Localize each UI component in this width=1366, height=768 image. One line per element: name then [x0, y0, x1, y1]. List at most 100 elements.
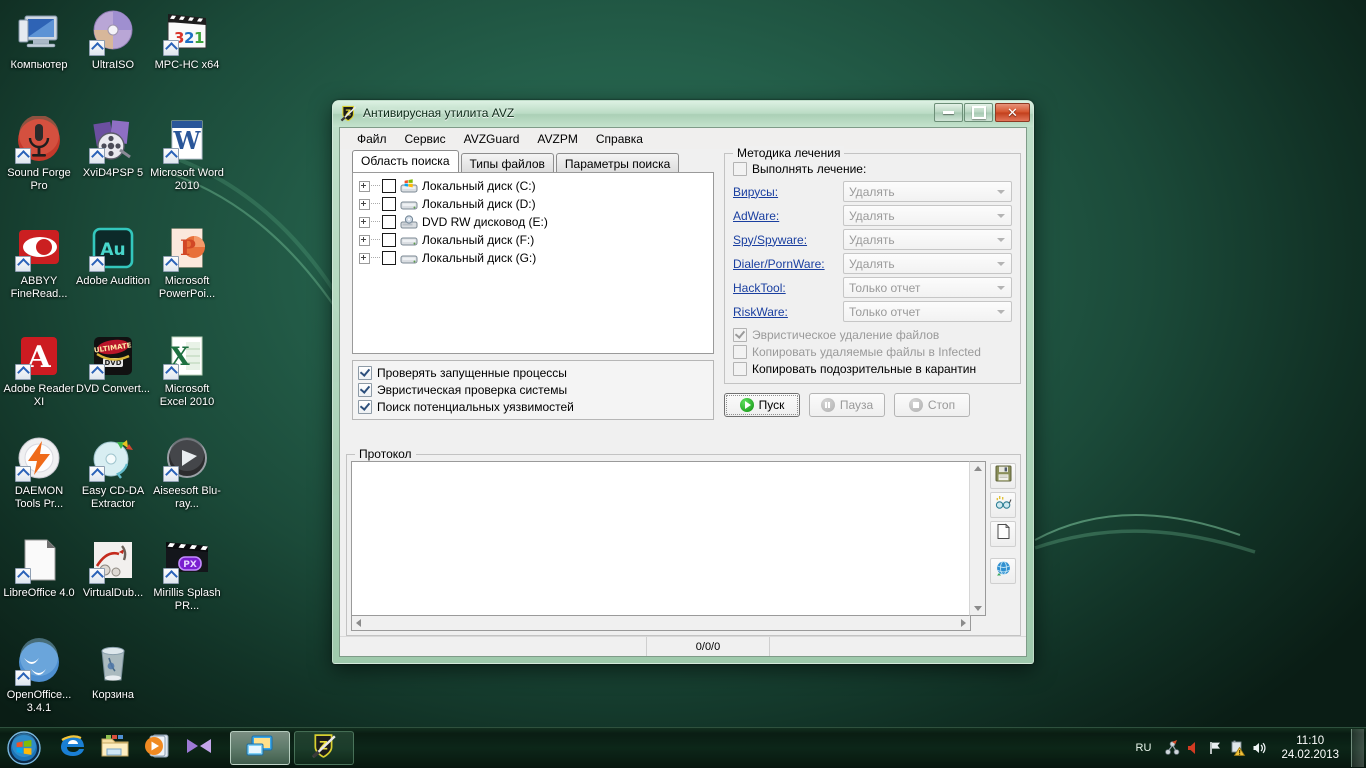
action-button-play[interactable]: Пуск: [724, 393, 800, 417]
flag-icon[interactable]: [1205, 733, 1227, 763]
scroll-left-button[interactable]: [352, 616, 365, 630]
tab-0[interactable]: Область поиска: [352, 150, 459, 172]
desktop-icon[interactable]: Easy CD-DA Extractor: [76, 434, 150, 510]
tree-node[interactable]: Локальный диск (F:): [359, 231, 713, 249]
network-icon[interactable]: [1161, 733, 1183, 763]
desktop-icon[interactable]: Корзина: [76, 638, 150, 702]
scan-option-row[interactable]: Эвристическая проверка системы: [358, 381, 708, 398]
taskbar-window-explorer[interactable]: [230, 731, 290, 765]
drive-tree[interactable]: Локальный диск (C:) Локальный диск (D:) DV…: [352, 172, 714, 354]
window-titlebar[interactable]: Z Антивирусная утилита AVZ ✕: [333, 101, 1033, 127]
drive-checkbox[interactable]: [382, 233, 396, 247]
log-vertical-scrollbar[interactable]: [969, 461, 986, 616]
desktop-icon[interactable]: OpenOffice... 3.4.1: [2, 638, 76, 714]
scan-option-row[interactable]: Проверять запущенные процессы: [358, 364, 708, 381]
speaker-icon[interactable]: [1249, 733, 1271, 763]
avz-window[interactable]: Z Антивирусная утилита AVZ ✕ ФайлСервисA…: [332, 100, 1034, 664]
desktop-icon[interactable]: 3 2 1 MPC-HC x64: [150, 8, 224, 72]
method-sub-option-row[interactable]: Копировать подозрительные в карантин: [733, 360, 1012, 377]
scroll-right-button[interactable]: [957, 616, 970, 630]
log-horizontal-scrollbar[interactable]: [351, 616, 971, 631]
clear-log-button[interactable]: [990, 521, 1016, 547]
scan-option-row[interactable]: Поиск потенциальных уязвимостей: [358, 398, 708, 415]
language-indicator[interactable]: RU: [1126, 742, 1162, 754]
desktop-icon[interactable]: XviD4PSP 5: [76, 116, 150, 180]
desktop-icon[interactable]: LibreOffice 4.0: [2, 536, 76, 600]
log-textarea[interactable]: [351, 461, 969, 616]
drive-checkbox[interactable]: [382, 179, 396, 193]
tree-node[interactable]: Локальный диск (D:): [359, 195, 713, 213]
desktop-icon[interactable]: Au Adobe Audition: [76, 224, 150, 288]
menu-item-справка[interactable]: Справка: [587, 130, 652, 148]
tab-2[interactable]: Параметры поиска: [555, 153, 680, 173]
view-log-button[interactable]: [990, 492, 1016, 518]
expand-icon[interactable]: [359, 216, 370, 228]
save-log-button[interactable]: [990, 463, 1016, 489]
perform-treatment-checkbox[interactable]: [733, 162, 747, 176]
tree-node[interactable]: DVD RW дисковод (E:): [359, 213, 713, 231]
desktop-icon[interactable]: Компьютер: [2, 8, 76, 72]
method-sub-option-row[interactable]: Эвристическое удаление файлов: [733, 326, 1012, 343]
menu-item-avzpm[interactable]: AVZPM: [528, 130, 586, 148]
taskbar-media-player[interactable]: [138, 731, 176, 765]
drive-checkbox[interactable]: [382, 197, 396, 211]
maximize-button[interactable]: [964, 103, 993, 122]
method-link[interactable]: Вирусы:: [733, 185, 843, 199]
action-button-stop[interactable]: Стоп: [894, 393, 970, 417]
method-link[interactable]: AdWare:: [733, 209, 843, 223]
desktop-icon[interactable]: ULTIMATE DVD DVD Convert...: [76, 332, 150, 396]
desktop-icon[interactable]: Sound Forge Pro: [2, 116, 76, 192]
drive-checkbox[interactable]: [382, 251, 396, 265]
expand-icon[interactable]: [359, 252, 370, 264]
desktop-icon[interactable]: ABBYY FineRead...: [2, 224, 76, 300]
method-link[interactable]: RiskWare:: [733, 305, 843, 319]
send-log-button[interactable]: [990, 558, 1016, 584]
warning-icon[interactable]: [1227, 733, 1249, 763]
method-sub-option-row[interactable]: Копировать удаляемые файлы в Infected: [733, 343, 1012, 360]
scan-option-checkbox[interactable]: [358, 365, 372, 380]
method-combobox[interactable]: Удалять: [843, 205, 1012, 226]
expand-icon[interactable]: [359, 180, 370, 192]
scan-option-checkbox[interactable]: [358, 399, 372, 414]
tree-node[interactable]: Локальный диск (C:): [359, 177, 713, 195]
minimize-button[interactable]: [934, 103, 963, 122]
desktop-icon[interactable]: DAEMON Tools Pr...: [2, 434, 76, 510]
volume-mute-icon[interactable]: [1183, 733, 1205, 763]
desktop-icon[interactable]: X Microsoft Excel 2010: [150, 332, 224, 408]
scan-option-checkbox[interactable]: [358, 382, 372, 397]
method-combobox[interactable]: Удалять: [843, 181, 1012, 202]
desktop-icon[interactable]: Aiseesoft Blu-ray...: [150, 434, 224, 510]
tree-node[interactable]: Локальный диск (G:): [359, 249, 713, 267]
close-button[interactable]: ✕: [995, 103, 1030, 122]
taskbar-ie[interactable]: [54, 731, 92, 765]
method-sub-option-checkbox[interactable]: [733, 327, 747, 342]
method-combobox[interactable]: Удалять: [843, 229, 1012, 250]
desktop-icon[interactable]: UltraISO: [76, 8, 150, 72]
desktop-icon[interactable]: P Microsoft PowerPoi...: [150, 224, 224, 300]
desktop-icon[interactable]: PX Mirillis Splash PR...: [150, 536, 224, 612]
taskbar-window-avz[interactable]: Z: [294, 731, 354, 765]
desktop-icon[interactable]: A Adobe Reader XI: [2, 332, 76, 408]
desktop-icon[interactable]: VirtualDub...: [76, 536, 150, 600]
tab-1[interactable]: Типы файлов: [460, 153, 554, 173]
method-combobox[interactable]: Только отчет: [843, 301, 1012, 322]
method-link[interactable]: Spy/Spyware:: [733, 233, 843, 247]
method-sub-option-checkbox[interactable]: [733, 361, 747, 376]
action-button-pause[interactable]: Пауза: [809, 393, 885, 417]
method-link[interactable]: Dialer/PornWare:: [733, 257, 843, 271]
scroll-down-button[interactable]: [971, 602, 984, 615]
expand-icon[interactable]: [359, 234, 370, 246]
method-combobox[interactable]: Удалять: [843, 253, 1012, 274]
taskbar-explorer[interactable]: [96, 731, 134, 765]
taskbar-xvid4psp[interactable]: [180, 731, 218, 765]
method-combobox[interactable]: Только отчет: [843, 277, 1012, 298]
menu-item-файл[interactable]: Файл: [348, 130, 396, 148]
drive-checkbox[interactable]: [382, 215, 396, 229]
desktop-icon[interactable]: W Microsoft Word 2010: [150, 116, 224, 192]
method-link[interactable]: HackTool:: [733, 281, 843, 295]
menu-item-avzguard[interactable]: AVZGuard: [455, 130, 529, 148]
method-sub-option-checkbox[interactable]: [733, 344, 747, 359]
start-orb[interactable]: [2, 729, 46, 767]
clock[interactable]: 11:10 24.02.2013: [1271, 734, 1347, 762]
show-desktop-button[interactable]: [1351, 729, 1364, 767]
